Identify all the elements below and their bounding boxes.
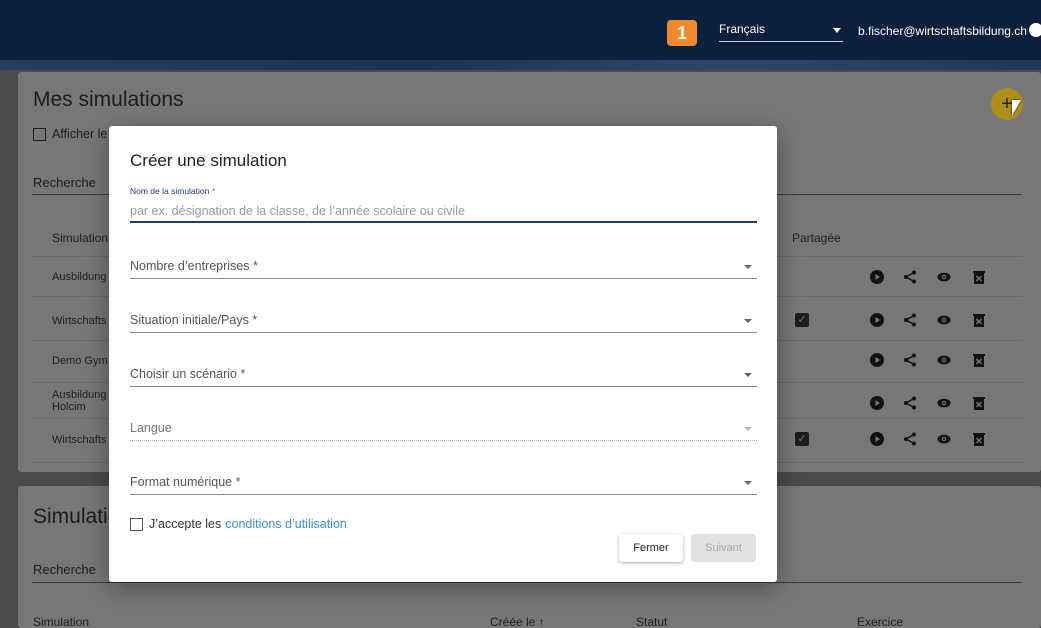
accept-terms-checkbox[interactable]: [130, 517, 143, 531]
mouse-cursor-icon: [1012, 100, 1021, 116]
shared-check-icon: ✓: [795, 432, 809, 446]
share-icon[interactable]: [903, 432, 917, 446]
next-button: Suivant: [691, 534, 756, 562]
chevron-down-icon: [744, 427, 752, 431]
language-select[interactable]: Français: [719, 22, 843, 42]
top-bar: 1 Français b.fischer@wirtschaftsbildung.…: [0, 0, 1041, 70]
eye-icon[interactable]: [937, 313, 951, 327]
search-label: Recherche: [33, 175, 96, 190]
number-format-select[interactable]: Format numérique *: [130, 471, 757, 495]
delete-icon[interactable]: [972, 313, 986, 327]
notification-badge[interactable]: 1: [667, 20, 697, 46]
delete-icon[interactable]: [972, 270, 986, 284]
terms-row: J’accepte les conditions d’utilisation: [130, 517, 347, 531]
terms-prefix: J’accepte les: [149, 517, 222, 531]
eye-icon[interactable]: [937, 353, 951, 367]
show-checkbox-label: Afficher le: [52, 127, 108, 141]
eye-icon[interactable]: [937, 270, 951, 284]
language-select-value: Français: [719, 22, 766, 36]
my-simulations-title: Mes simulations: [33, 88, 184, 111]
create-simulation-dialog: Créer une simulation Nom de la simulatio…: [109, 126, 777, 582]
dialog-title: Créer une simulation: [130, 151, 287, 170]
show-checkbox[interactable]: [33, 128, 46, 141]
scenario-select-label: Choisir un scénario *: [130, 367, 246, 381]
column-header-exercise[interactable]: Exercice: [857, 615, 903, 628]
chevron-down-icon: [744, 481, 752, 485]
chevron-down-icon: [833, 28, 841, 33]
share-icon[interactable]: [903, 353, 917, 367]
play-icon[interactable]: [870, 270, 884, 284]
terms-link[interactable]: conditions d’utilisation: [225, 517, 347, 531]
chevron-down-icon: [744, 319, 752, 323]
table-row-name: Ausbildung Holcim: [52, 389, 107, 413]
column-header-status[interactable]: Statut: [636, 615, 667, 628]
column-header-created[interactable]: Créée le ↑: [490, 615, 545, 628]
eye-icon[interactable]: [937, 396, 951, 410]
delete-icon[interactable]: [972, 353, 986, 367]
simulation-name-input[interactable]: [130, 201, 757, 223]
share-icon[interactable]: [903, 270, 917, 284]
close-button[interactable]: Fermer: [619, 534, 683, 562]
language-select-disabled: Langue: [130, 417, 757, 441]
table-row-name: Wirtschafts: [52, 315, 107, 327]
shared-check-icon: ✓: [795, 313, 809, 327]
search-label: Recherche: [33, 562, 96, 577]
table-row-name: Ausbildung: [52, 271, 107, 283]
table-row-name: Demo Gym: [52, 355, 108, 367]
simulation-name-label: Nom de la simulation *: [130, 186, 215, 196]
play-icon[interactable]: [870, 396, 884, 410]
eye-icon[interactable]: [937, 432, 951, 446]
column-header-simulation[interactable]: Simulation: [33, 615, 89, 628]
play-icon[interactable]: [870, 313, 884, 327]
user-email[interactable]: b.fischer@wirtschaftsbildung.ch: [858, 24, 1027, 38]
search-input-underline[interactable]: [32, 582, 1022, 583]
delete-icon[interactable]: [972, 432, 986, 446]
share-icon[interactable]: [903, 313, 917, 327]
scenario-select[interactable]: Choisir un scénario *: [130, 363, 757, 387]
simulation-name-label-text: Nom de la simulation: [130, 186, 210, 196]
column-header-shared[interactable]: Partagée: [792, 231, 841, 245]
share-icon[interactable]: [903, 396, 917, 410]
table-row-name: Wirtschafts: [52, 434, 107, 446]
number-format-select-label: Format numérique *: [130, 475, 241, 489]
initial-situation-select-label: Situation initiale/Pays *: [130, 313, 258, 327]
initial-situation-select[interactable]: Situation initiale/Pays *: [130, 309, 757, 333]
language-field-label: Langue: [130, 421, 172, 435]
play-icon[interactable]: [870, 353, 884, 367]
chevron-down-icon: [744, 265, 752, 269]
required-mark: *: [211, 186, 216, 196]
delete-icon[interactable]: [972, 396, 986, 410]
chevron-down-icon: [744, 373, 752, 377]
company-count-select[interactable]: Nombre d’entreprises *: [130, 255, 757, 279]
account-icon[interactable]: [1029, 23, 1041, 37]
company-count-select-label: Nombre d’entreprises *: [130, 259, 258, 273]
column-header-simulation[interactable]: Simulation: [52, 231, 108, 245]
other-simulations-title: Simulatic: [33, 505, 119, 528]
play-icon[interactable]: [870, 432, 884, 446]
